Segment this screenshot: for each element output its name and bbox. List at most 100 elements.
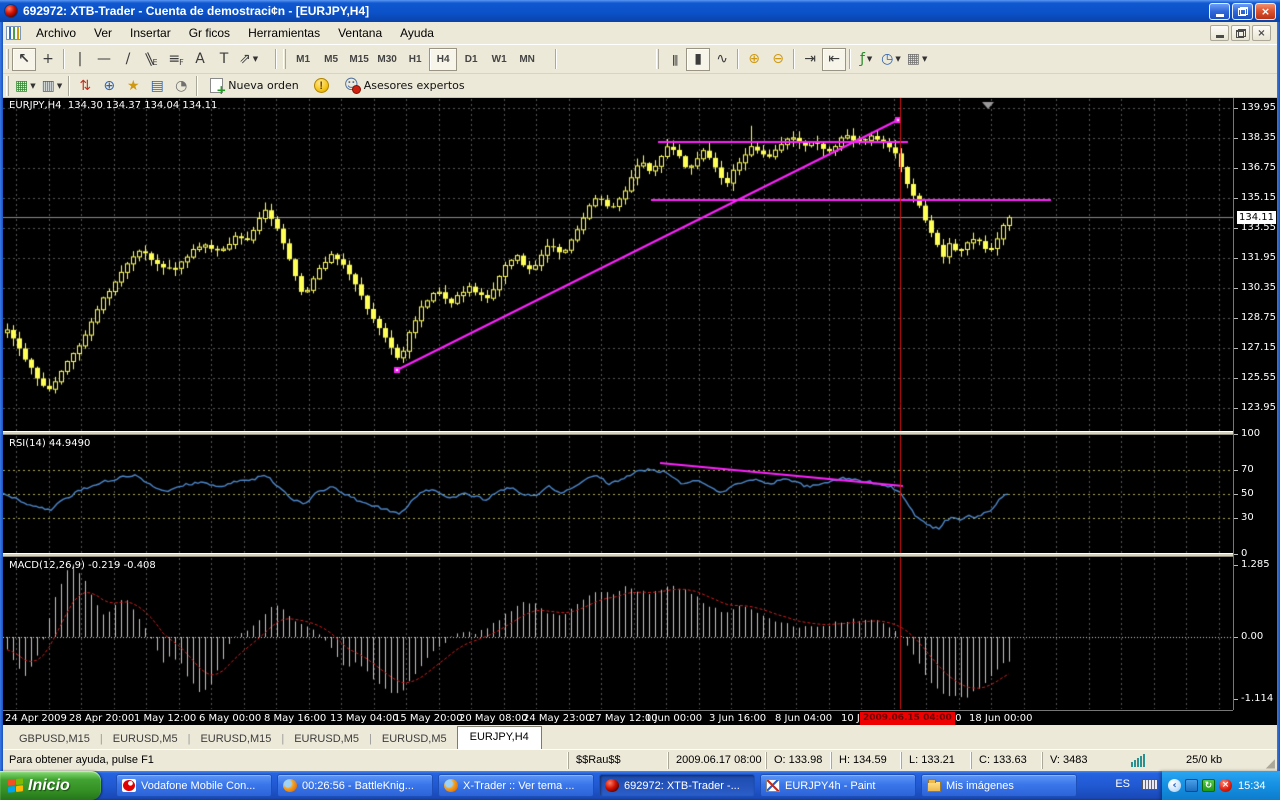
child-minimize-button[interactable] xyxy=(1210,25,1229,41)
time-label: 18 Jun 00:00 xyxy=(969,713,1033,724)
tick-chart-button[interactable]: ⇅ xyxy=(73,74,97,97)
timeframe-m5-button[interactable]: M5 xyxy=(317,48,345,71)
chart-info-line: EURJPY,H4 134.30 134.37 134.04 134.11 xyxy=(9,100,217,111)
restore-button[interactable] xyxy=(1232,3,1253,20)
bar-chart-button[interactable]: ||| xyxy=(662,48,686,71)
language-indicator[interactable]: ES xyxy=(1115,778,1130,790)
periods-button[interactable]: ◷▼ xyxy=(878,48,904,71)
timeframe-mn-button[interactable]: MN xyxy=(513,48,541,71)
timeframe-d1-button[interactable]: D1 xyxy=(457,48,485,71)
tab-eurusd-m5[interactable]: EURUSD,M5 xyxy=(103,730,188,749)
trendline-tool-button[interactable]: / xyxy=(116,48,140,71)
macd-tick-label: 0.00 xyxy=(1241,631,1263,642)
security-alert-icon[interactable]: × xyxy=(1219,779,1232,792)
timeframe-drag-handle[interactable] xyxy=(283,49,286,69)
minimize-button[interactable] xyxy=(1209,3,1230,20)
tab-eurusd-m5[interactable]: EURUSD,M5 xyxy=(372,730,457,749)
child-restore-button[interactable] xyxy=(1231,25,1250,41)
price-chart-canvas[interactable] xyxy=(3,98,1233,710)
child-close-button[interactable]: × xyxy=(1252,25,1271,41)
horizontal-line-tool-button[interactable]: — xyxy=(92,48,116,71)
menu-ver[interactable]: Ver xyxy=(85,23,121,43)
favorites-button[interactable]: ★ xyxy=(121,74,145,97)
zoom-out-button[interactable]: ⊖ xyxy=(766,48,790,71)
new-chart-button[interactable]: ▦▼ xyxy=(12,74,39,97)
timeframe-h4-button[interactable]: H4 xyxy=(429,48,457,71)
shapes-tool-button[interactable]: ⇗▼ xyxy=(236,48,261,71)
tab-eurusd-m5[interactable]: EURUSD,M5 xyxy=(284,730,369,749)
toolbar2-drag-handle[interactable] xyxy=(6,76,9,96)
taskbar-task-paint-4[interactable]: EURJPY4h - Paint xyxy=(760,774,916,797)
rsi-panel-splitter[interactable] xyxy=(3,431,1277,435)
templates-button[interactable]: ▦▼ xyxy=(904,48,931,71)
expert-advisor-icon: ☺ xyxy=(344,78,359,93)
status-high: H: 134.59 xyxy=(831,752,901,769)
market-watch-button[interactable]: ⊕ xyxy=(97,74,121,97)
strategy-tester-button[interactable]: ◔ xyxy=(169,74,193,97)
macd-panel-splitter[interactable] xyxy=(3,553,1277,557)
start-button[interactable]: Inicio xyxy=(0,771,101,800)
tab-gbpusd-m15[interactable]: GBPUSD,M15 xyxy=(9,730,100,749)
price-tick: 135.15 xyxy=(1234,192,1277,204)
timeframe-m1-button[interactable]: M1 xyxy=(289,48,317,71)
taskbar-task-firefox-1[interactable]: 00:26:56 - BattleKnig... xyxy=(277,774,433,797)
channel-tool-button[interactable]: ∥E xyxy=(140,48,164,71)
line-chart-button[interactable]: ∿ xyxy=(710,48,734,71)
status-low: L: 133.21 xyxy=(901,752,971,769)
updates-icon[interactable]: ↻ xyxy=(1202,779,1215,792)
timeframe-m15-button[interactable]: M15 xyxy=(345,48,373,71)
menu-insertar[interactable]: Insertar xyxy=(121,23,180,43)
rsi-tick-label: 30 xyxy=(1241,512,1254,523)
rsi-tick: 70 xyxy=(1234,464,1277,476)
timeframe-m30-button[interactable]: M30 xyxy=(373,48,401,71)
price-tick-label: 127.15 xyxy=(1241,342,1276,353)
resize-grip[interactable]: ◢ xyxy=(1266,756,1275,770)
folder-icon xyxy=(927,781,941,792)
price-tick: 139.95 xyxy=(1234,102,1277,114)
time-axis[interactable]: 24 Apr 200928 Apr 20:001 May 12:006 May … xyxy=(3,710,1233,725)
tab-eurjpy-h4[interactable]: EURJPY,H4 xyxy=(457,726,542,749)
zoom-in-button[interactable]: ⊕ xyxy=(742,48,766,71)
menu-archivo[interactable]: Archivo xyxy=(27,23,85,43)
fibonacci-tool-button[interactable]: ≡F xyxy=(164,48,188,71)
tab-eurusd-m15[interactable]: EURUSD,M15 xyxy=(190,730,281,749)
keyboard-icon[interactable] xyxy=(1142,779,1158,790)
profiles-button[interactable]: ▥▼ xyxy=(39,74,66,97)
menu-ventana[interactable]: Ventana xyxy=(329,23,391,43)
warning-icon[interactable]: ! xyxy=(314,78,329,93)
timeframe-w1-button[interactable]: W1 xyxy=(485,48,513,71)
candlestick-chart-button[interactable]: ▮ xyxy=(686,48,710,71)
label-tool-button[interactable]: T xyxy=(212,48,236,71)
expert-advisors-button[interactable]: ☺ Asesores expertos xyxy=(335,74,474,97)
vertical-line-tool-button[interactable]: | xyxy=(68,48,92,71)
menu-gr-ficos[interactable]: Gr ficos xyxy=(180,23,239,43)
rsi-tick-mark xyxy=(1234,494,1238,495)
price-tick-mark xyxy=(1234,108,1238,109)
task-label: EURJPY4h - Paint xyxy=(785,780,875,792)
terminal-button[interactable]: ▤ xyxy=(145,74,169,97)
network-icon[interactable] xyxy=(1185,779,1198,792)
price-tick: 128.75 xyxy=(1234,312,1277,324)
taskbar-task-folder-5[interactable]: Mis imágenes xyxy=(921,774,1077,797)
taskbar-task-firefox-2[interactable]: X-Trader :: Ver tema ... xyxy=(438,774,594,797)
chart-shift-button[interactable]: ⇤ xyxy=(822,48,846,71)
new-order-button[interactable]: Nueva orden xyxy=(201,74,308,97)
title-bar[interactable]: 692972: XTB-Trader - Cuenta de demostrac… xyxy=(0,0,1280,22)
toolbar-drag-handle[interactable] xyxy=(6,49,9,69)
rsi-tick-label: 50 xyxy=(1241,488,1254,499)
menu-ayuda[interactable]: Ayuda xyxy=(391,23,443,43)
auto-scroll-button[interactable]: ⇥ xyxy=(798,48,822,71)
indicators-button[interactable]: ƒ▼ xyxy=(854,48,878,71)
cursor-tool-button[interactable]: ↖ xyxy=(12,48,36,71)
crosshair-tool-button[interactable]: + xyxy=(36,48,60,71)
menu-herramientas[interactable]: Herramientas xyxy=(239,23,329,43)
text-tool-button[interactable]: A xyxy=(188,48,212,71)
taskbar-task-xtb-3[interactable]: 692972: XTB-Trader -... xyxy=(599,774,755,797)
tray-chevron-icon[interactable]: ‹ xyxy=(1168,779,1181,792)
chartbar-drag-handle[interactable] xyxy=(656,49,659,69)
close-button[interactable]: × xyxy=(1255,3,1276,20)
price-axis[interactable]: 139.95138.35136.75135.15133.55131.95130.… xyxy=(1233,98,1277,710)
timeframe-h1-button[interactable]: H1 xyxy=(401,48,429,71)
rsi-tick-label: 70 xyxy=(1241,464,1254,475)
taskbar-task-vodafone-0[interactable]: Vodafone Mobile Con... xyxy=(116,774,272,797)
